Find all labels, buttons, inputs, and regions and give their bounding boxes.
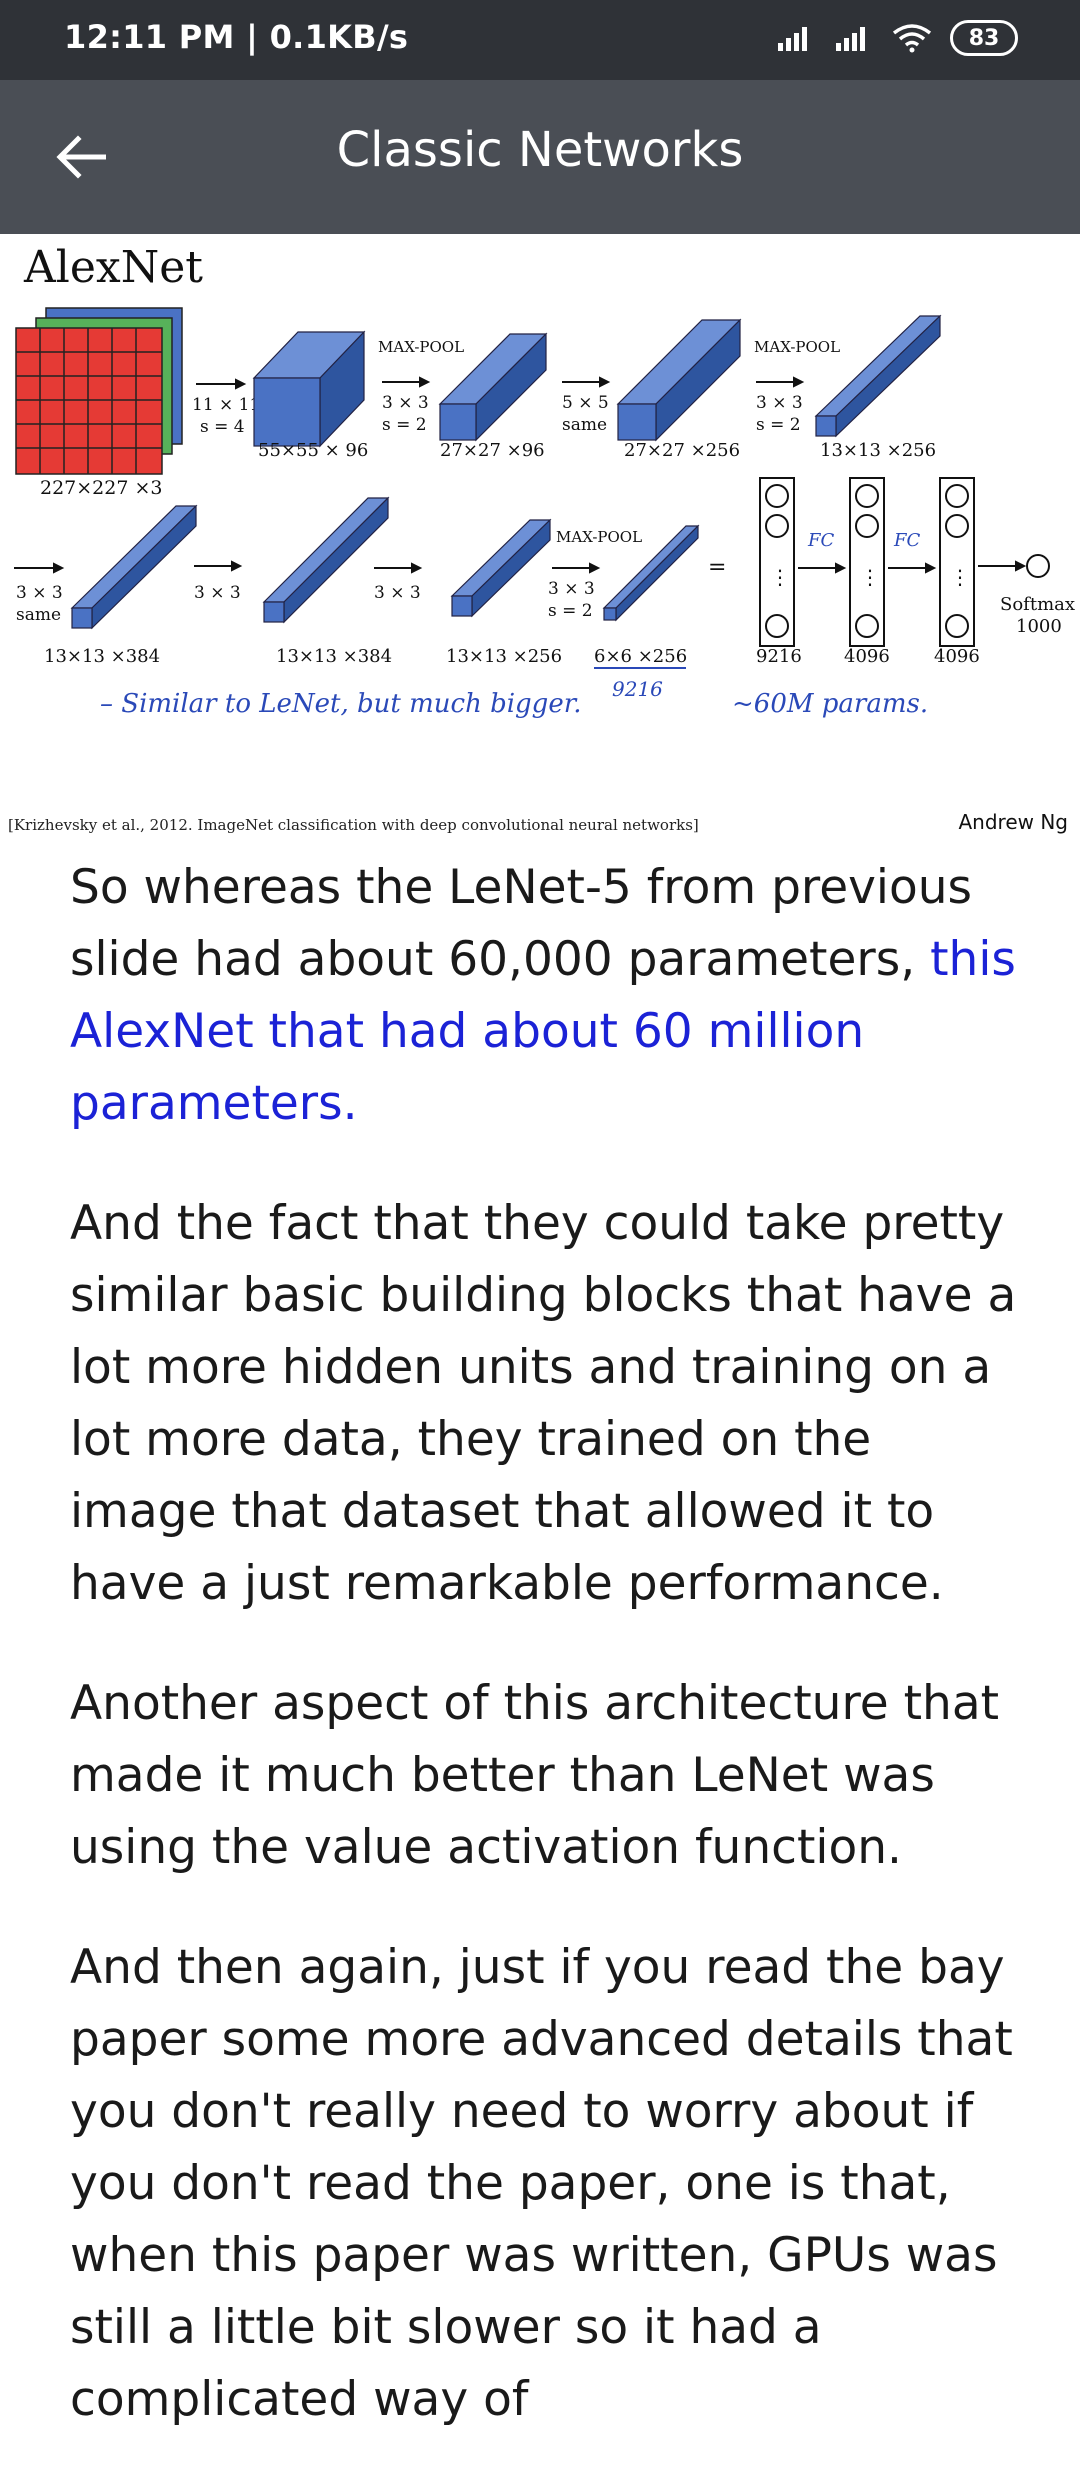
softmax-node [1026,554,1050,578]
app-bar: Classic Networks [0,80,1080,234]
arrow [978,560,1027,572]
vdots: ⋮ [950,565,970,589]
conv3-kernel: 3 × 3 [16,583,63,603]
maxpool-label: MAX-POOL [556,528,642,546]
conv3-pad: same [16,605,61,625]
transcript: So whereas the LeNet-5 from previous sli… [70,852,1030,2484]
input-dims-label: 227×227 ×3 [40,477,163,499]
slide-heading: AlexNet [23,242,203,293]
softmax-count: 1000 [1016,616,1062,637]
handwritten-note: – Similar to LeNet, but much bigger. [100,689,582,719]
pool1-stride: s = 2 [382,415,427,435]
pool3-stride: s = 2 [548,601,593,621]
conv2-pad: same [562,415,607,435]
status-bar: 12:11 PM | 0.1KB/s 83 [0,0,1080,80]
slide-citation: [Krizhevsky et al., 2012. ImageNet class… [8,816,699,834]
battery-indicator: 83 [950,20,1018,56]
pool1-kernel: 3 × 3 [382,393,429,413]
alexnet-diagram: AlexNet 227×227 ×3 11 × 11 s = 4 55×55 ×… [14,242,1075,719]
pool2-block [814,314,942,438]
flatten-count: 9216 [756,646,802,667]
input-volume [15,307,183,475]
conv3-out: 13×13 ×384 [44,646,160,667]
fc-layer-4096-b [939,477,975,647]
softmax-label: Softmax [1000,594,1075,615]
vdots: ⋮ [860,565,880,589]
arrow [14,562,65,574]
wifi-icon [892,24,932,53]
arrow [194,560,243,572]
equals-sign: = [708,555,726,580]
conv3-block [70,504,198,630]
conv5-block [450,518,552,618]
conv5-kernel: 3 × 3 [374,583,421,603]
transcript-paragraph: So whereas the LeNet-5 from previous sli… [70,852,1030,1140]
transcript-paragraph[interactable]: And then again, just if you read the bay… [70,1932,1030,2436]
pool2-stride: s = 2 [756,415,801,435]
conv1-kernel: 11 × 11 [192,395,260,415]
transcript-text: So whereas the LeNet-5 from previous sli… [70,860,973,987]
maxpool-label: MAX-POOL [378,338,464,356]
conv4-out: 13×13 ×384 [276,646,392,667]
conv2-block [616,318,742,442]
conv2-out: 27×27 ×256 [624,440,740,461]
handwritten-params: ~60M params. [732,689,928,719]
vdots: ⋮ [770,565,790,589]
conv1-stride: s = 4 [200,417,245,437]
arrow [798,562,847,574]
fc1-count: 4096 [844,646,890,667]
pool2-kernel: 3 × 3 [756,393,803,413]
maxpool-label: MAX-POOL [754,338,840,356]
arrow [562,376,611,388]
lecture-slide: AlexNet 227×227 ×3 11 × 11 s = 4 55×55 ×… [0,234,1080,844]
status-icons: 83 [776,20,1018,56]
page-title: Classic Networks [336,122,744,178]
pool1-out: 27×27 ×96 [440,440,545,461]
signal-icon [778,27,807,51]
arrow [552,562,601,574]
slide-author: Andrew Ng [958,810,1068,834]
conv1-out: 55×55 × 96 [258,440,368,461]
transcript-paragraph[interactable]: And the fact that they could take pretty… [70,1188,1030,1620]
arrow [888,562,937,574]
fc-handwritten: FC [807,530,834,551]
conv4-kernel: 3 × 3 [194,583,241,603]
arrow [756,376,805,388]
conv5-out: 13×13 ×256 [446,646,562,667]
pool3-kernel: 3 × 3 [548,579,595,599]
fc-handwritten: FC [893,530,920,551]
pool3-out: 6×6 ×256 [594,646,687,667]
conv1-block [252,330,366,448]
arrow [196,378,247,390]
fc-layer-9216 [759,477,795,647]
conv2-kernel: 5 × 5 [562,393,609,413]
status-time: 12:11 PM | 0.1KB/s [64,18,409,56]
pool2-out: 13×13 ×256 [820,440,936,461]
fc2-count: 4096 [934,646,980,667]
fc-layer-4096-a [849,477,885,647]
conv4-block [262,496,390,624]
transcript-paragraph[interactable]: Another aspect of this architecture that… [70,1668,1030,1884]
arrow [374,562,423,574]
handwritten-9216: 9216 [612,677,663,701]
arrow [382,376,431,388]
signal-icon [836,27,865,51]
